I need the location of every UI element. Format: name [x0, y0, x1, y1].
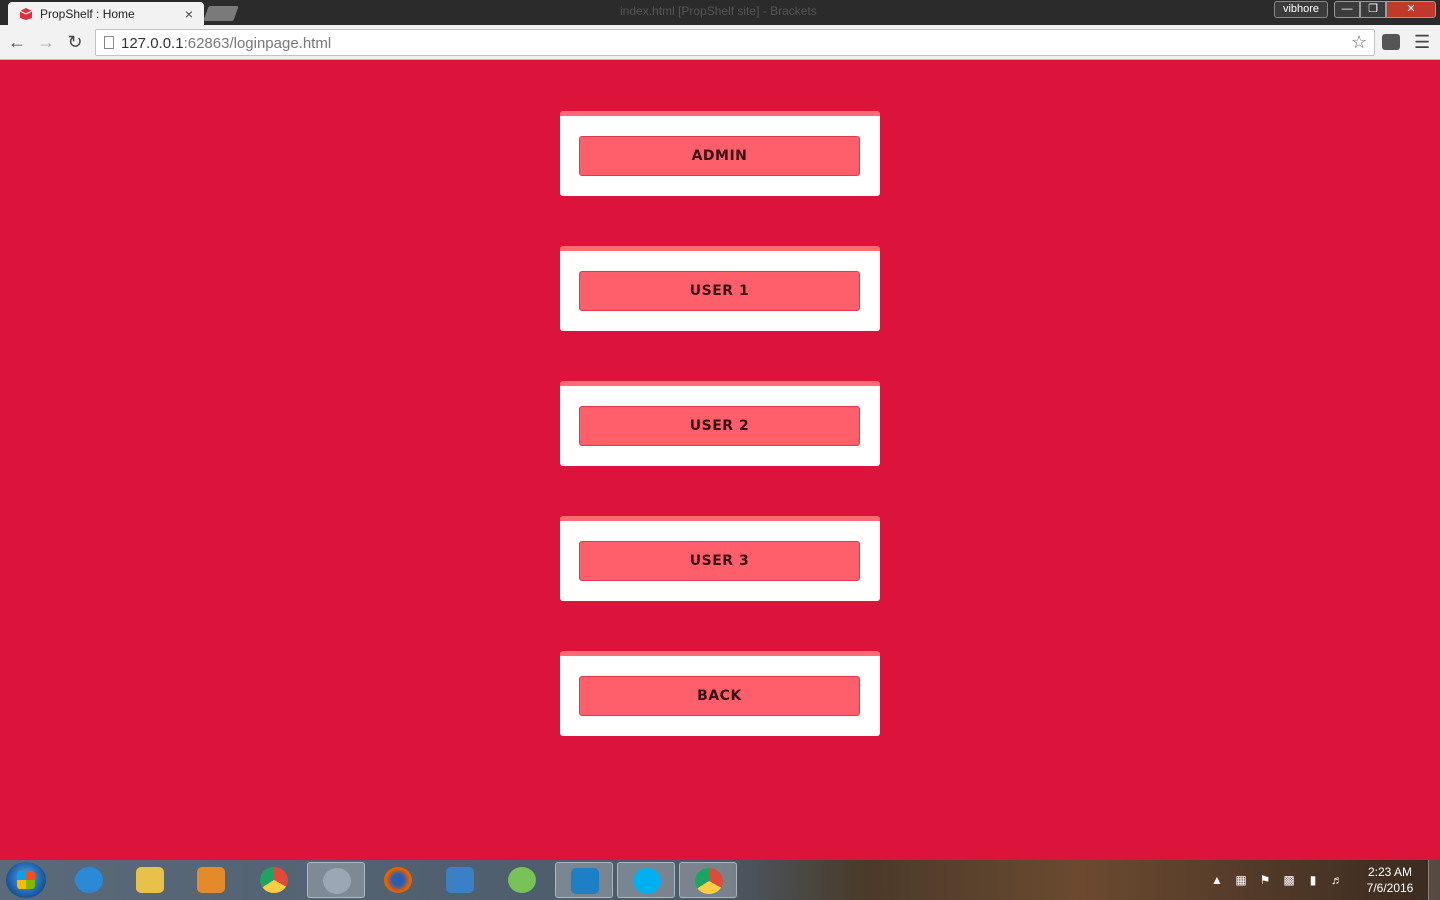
paint-taskbar-icon[interactable] [307, 862, 365, 898]
volume-icon[interactable]: ♬ [1330, 873, 1344, 887]
reload-icon[interactable]: ↻ [64, 31, 86, 53]
skype-icon [633, 868, 661, 894]
user2-button[interactable]: USER 2 [579, 406, 860, 446]
brackets-icon [571, 868, 599, 894]
windows-taskbar: ▲ ▦ ⚑ ▩ ▮ ♬ 2:23 AM 7/6/2016 [0, 860, 1440, 900]
close-window-button[interactable]: ✕ [1386, 1, 1436, 18]
user3-button[interactable]: USER 3 [579, 541, 860, 581]
ie-icon [75, 867, 103, 893]
chrome-profile-taskbar-icon[interactable] [679, 862, 737, 898]
show-desktop-button[interactable] [1428, 860, 1440, 900]
battery-icon[interactable]: ▮ [1306, 873, 1320, 887]
user1-button[interactable]: USER 1 [579, 271, 860, 311]
chrome-icon [260, 867, 288, 893]
clock-time: 2:23 AM [1367, 865, 1413, 879]
url-path: :62863/loginpage.html [183, 35, 332, 52]
media-player-icon [197, 867, 225, 893]
back-button[interactable]: BACK [579, 676, 860, 716]
android-studio-taskbar-icon[interactable] [493, 862, 551, 898]
url-host: 127.0.0.1 [121, 35, 184, 52]
back-arrow-icon[interactable]: ← [6, 31, 28, 53]
brackets-taskbar-icon[interactable] [555, 862, 613, 898]
propshelf-favicon-icon [19, 7, 33, 20]
internet-explorer-taskbar-icon[interactable] [60, 862, 118, 898]
login-page: ADMIN USER 1 USER 2 USER 3 BACK [0, 61, 1440, 860]
paint-palette-icon [323, 868, 351, 894]
minimize-button[interactable]: — [1334, 1, 1360, 18]
user1-card: USER 1 [560, 246, 880, 331]
window-title: index.html [PropShelf site] - Brackets [620, 4, 817, 18]
system-tray: ▲ ▦ ⚑ ▩ ▮ ♬ [1210, 870, 1360, 890]
browser-titlebar: PropShelf : Home × index.html [PropShelf… [0, 0, 1440, 25]
page-icon [104, 36, 114, 49]
back-card: BACK [560, 651, 880, 736]
action-center-flag-icon[interactable]: ⚑ [1258, 873, 1272, 887]
taskbar-clock[interactable]: 2:23 AM 7/6/2016 [1360, 864, 1420, 896]
folder-icon [136, 867, 164, 893]
control-panel-taskbar-icon[interactable] [431, 862, 489, 898]
url-text[interactable]: 127.0.0.1:62863/loginpage.html [121, 35, 331, 52]
address-bar[interactable]: 127.0.0.1:62863/loginpage.html ☆ [95, 29, 1375, 56]
tab-close-icon[interactable]: × [182, 6, 196, 22]
admin-button[interactable]: ADMIN [579, 136, 860, 176]
new-tab-button[interactable] [203, 6, 239, 21]
clock-date: 7/6/2016 [1366, 881, 1414, 895]
chrome-profile-icon [695, 868, 723, 894]
user3-card: USER 3 [560, 516, 880, 601]
forward-arrow-icon[interactable]: → [35, 31, 57, 53]
control-panel-icon [446, 867, 474, 893]
windows-logo-icon [17, 871, 35, 889]
user2-card: USER 2 [560, 381, 880, 466]
file-explorer-taskbar-icon[interactable] [121, 862, 179, 898]
android-studio-icon [508, 867, 536, 893]
bookmark-star-icon[interactable]: ☆ [1351, 32, 1367, 53]
chrome-taskbar-icon[interactable] [245, 862, 303, 898]
browser-toolbar: ← → ↻ 127.0.0.1:62863/loginpage.html ☆ ☰ [0, 25, 1440, 60]
start-button[interactable] [6, 862, 46, 898]
media-player-taskbar-icon[interactable] [182, 862, 240, 898]
tray-expand-icon[interactable]: ▲ [1210, 873, 1224, 887]
tab-title: PropShelf : Home [40, 6, 135, 21]
network-signal-icon[interactable]: ▩ [1282, 873, 1296, 887]
tab-propshelf-home[interactable]: PropShelf : Home × [8, 2, 204, 25]
hamburger-menu-icon[interactable]: ☰ [1414, 33, 1432, 51]
skype-taskbar-icon[interactable] [617, 862, 675, 898]
firefox-taskbar-icon[interactable] [369, 862, 427, 898]
extension-icon[interactable] [1382, 34, 1400, 50]
profile-user-button[interactable]: vibhore [1274, 1, 1328, 18]
admin-card: ADMIN [560, 111, 880, 196]
maximize-button[interactable]: ❐ [1360, 1, 1386, 18]
firefox-icon [384, 867, 412, 893]
windows-flag-icon[interactable]: ▦ [1234, 873, 1248, 887]
